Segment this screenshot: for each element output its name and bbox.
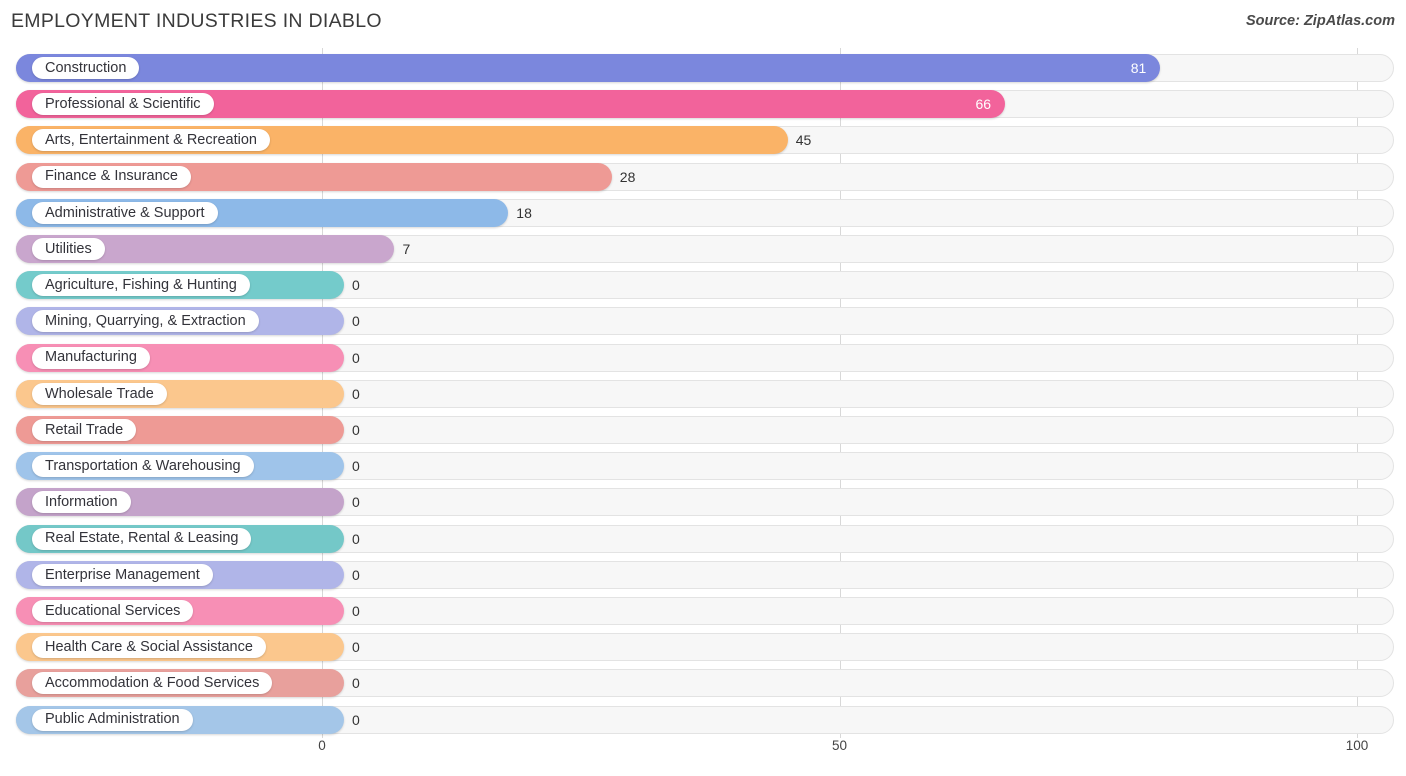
source-attribution: Source: ZipAtlas.com — [1245, 13, 1395, 29]
bar-value-label: 0 — [352, 675, 360, 692]
axis-tick-label: 0 — [318, 738, 326, 753]
chart-header: EMPLOYMENT INDUSTRIES IN DIABLO Source: … — [0, 0, 1406, 46]
bar-category-label: Public Administration — [45, 711, 180, 728]
x-axis: 0 50 100 — [0, 738, 1406, 766]
bar-category-label: Accommodation & Food Services — [45, 675, 260, 692]
bar-value-label: 0 — [352, 422, 360, 438]
chart-row: Transportation & Warehousing 0 — [0, 452, 1406, 481]
chart-row: Professional & Scientific 66 — [0, 90, 1406, 119]
chart-row: Retail Trade 0 — [0, 416, 1406, 444]
bar-value-label: 0 — [352, 530, 360, 547]
bar-label-pill: Enterprise Management — [32, 563, 213, 586]
page-title: EMPLOYMENT INDUSTRIES IN DIABLO — [11, 10, 382, 32]
bar-value-label: 0 — [352, 313, 360, 330]
bar-label-pill: Agriculture, Fishing & Hunting — [32, 274, 250, 297]
bar-category-label: Agriculture, Fishing & Hunting — [45, 276, 237, 293]
bar-value-label: 28 — [619, 168, 636, 185]
bar-label-pill: Retail Trade — [32, 419, 137, 441]
bar-value-label: 81 — [1130, 60, 1147, 76]
bar-label-pill: Utilities — [32, 238, 105, 260]
chart-plot-area: Construction 81 Professional & Scientific 6… — [0, 48, 1406, 738]
bar-category-label: Retail Trade — [45, 421, 124, 438]
bar-value-label: 0 — [352, 349, 360, 366]
bar-value-label: 0 — [352, 277, 360, 294]
bar-category-label: Administrative & Support — [45, 204, 205, 221]
chart-bar-rows: Construction 81 Professional & Scientific 6… — [0, 48, 1406, 738]
bar-label-pill: Finance & Insurance — [32, 165, 191, 188]
bar-category-label: Real Estate, Rental & Leasing — [45, 530, 239, 547]
chart-row: Construction 81 — [0, 54, 1406, 82]
bar-value-label: 0 — [352, 603, 360, 619]
bar-value-label: 0 — [352, 566, 360, 583]
chart-row: Educational Services 0 — [0, 597, 1406, 625]
chart-row: Accommodation & Food Services 0 — [0, 669, 1406, 698]
bar-value-label: 7 — [402, 241, 411, 257]
bar-label-pill: Accommodation & Food Services — [32, 672, 273, 695]
bar-category-label: Information — [45, 494, 118, 511]
chart-row: Real Estate, Rental & Leasing 0 — [0, 524, 1406, 553]
chart-row: Utilities 7 — [0, 235, 1406, 263]
bar-label-pill: Administrative & Support — [32, 201, 218, 224]
bar-value-label: 0 — [352, 639, 360, 656]
bar-category-label: Health Care & Social Assistance — [45, 638, 253, 655]
bar-value-label: 18 — [516, 204, 532, 221]
bar-value-label: 0 — [352, 494, 360, 511]
chart-row: Agriculture, Fishing & Hunting 0 — [0, 271, 1406, 300]
bar-label-pill: Mining, Quarrying, & Extraction — [32, 310, 259, 333]
bar-category-label: Educational Services — [45, 602, 181, 619]
chart-row: Mining, Quarrying, & Extraction 0 — [0, 307, 1406, 336]
bar-label-pill: Health Care & Social Assistance — [32, 636, 266, 659]
chart-row: Health Care & Social Assistance 0 — [0, 633, 1406, 662]
bar-label-pill: Public Administration — [32, 708, 193, 731]
bar-category-label: Arts, Entertainment & Recreation — [45, 132, 257, 149]
bar-label-pill: Manufacturing — [32, 346, 150, 369]
chart-row: Wholesale Trade 0 — [0, 379, 1406, 408]
bar-value-label: 0 — [352, 458, 360, 475]
bar-category-label: Transportation & Warehousing — [45, 457, 241, 474]
bar-value-label: 0 — [352, 711, 360, 728]
chart-row: Information 0 — [0, 488, 1406, 517]
bar-label-pill: Wholesale Trade — [32, 382, 167, 405]
bar-category-label: Mining, Quarrying, & Extraction — [45, 313, 246, 330]
chart-row: Finance & Insurance 28 — [0, 162, 1406, 191]
chart-row: Manufacturing 0 — [0, 343, 1406, 372]
bar-label-pill: Arts, Entertainment & Recreation — [32, 129, 270, 152]
bar-label-pill: Information — [32, 491, 131, 514]
bar-category-label: Wholesale Trade — [45, 385, 154, 402]
chart-page: EMPLOYMENT INDUSTRIES IN DIABLO Source: … — [0, 0, 1406, 776]
chart-row: Administrative & Support 18 — [0, 198, 1406, 227]
chart-row: Enterprise Management 0 — [0, 560, 1406, 589]
bar-value-label: 45 — [795, 132, 812, 149]
axis-tick-label: 100 — [1345, 738, 1369, 753]
chart-row: Arts, Entertainment & Recreation 45 — [0, 126, 1406, 155]
chart-row: Public Administration 0 — [0, 705, 1406, 734]
bar-label-pill: Real Estate, Rental & Leasing — [32, 527, 252, 550]
bar-label-pill: Educational Services — [32, 600, 194, 622]
axis-tick-label: 50 — [831, 738, 848, 753]
bar-label-pill: Transportation & Warehousing — [32, 455, 254, 478]
bar-category-label: Manufacturing — [45, 349, 137, 366]
bar-value-label: 0 — [352, 385, 360, 402]
bar-category-label: Enterprise Management — [45, 566, 200, 583]
bar-category-label: Utilities — [45, 240, 92, 257]
bar-value-label: 66 — [975, 96, 992, 113]
bar-category-label: Finance & Insurance — [45, 168, 178, 185]
